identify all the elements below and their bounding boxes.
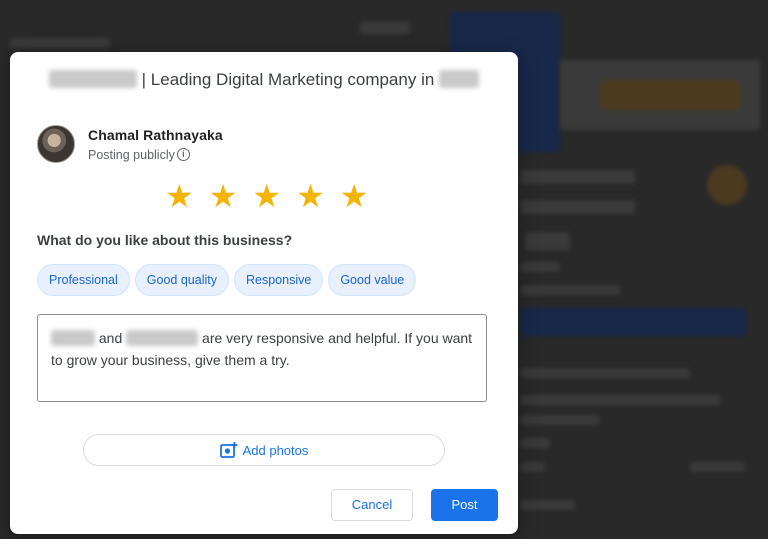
star-3-icon[interactable]: ★ [252, 179, 281, 213]
chip-good-quality[interactable]: Good quality [134, 264, 229, 296]
review-connector: and [98, 330, 123, 346]
attribute-chips: Professional Good quality Responsive Goo… [37, 264, 417, 296]
star-rating: ★ ★ ★ ★ ★ [165, 179, 368, 213]
posting-status: Posting publicly i [88, 148, 223, 162]
review-text-line2: to grow your business, give them a try. [51, 352, 290, 368]
redacted-name-2 [126, 329, 199, 346]
chip-professional[interactable]: Professional [37, 264, 130, 296]
star-2-icon[interactable]: ★ [209, 179, 238, 213]
review-dialog: | Leading Digital Marketing company in C… [10, 52, 518, 534]
add-photos-button[interactable]: Add photos [83, 434, 445, 466]
redacted-name-1 [51, 329, 95, 346]
avatar [37, 125, 75, 163]
chip-responsive[interactable]: Responsive [233, 264, 324, 296]
add-photo-icon [219, 442, 238, 458]
review-text-line1: are very responsive and helpful. If you … [202, 330, 473, 346]
info-icon[interactable]: i [176, 148, 190, 161]
reviewer-info: Chamal Rathnayaka Posting publicly i [37, 125, 223, 163]
redacted-business-name [48, 70, 137, 89]
posting-status-text: Posting publicly [88, 147, 175, 162]
redacted-country [439, 70, 480, 89]
add-photos-label: Add photos [242, 442, 309, 458]
star-1-icon[interactable]: ★ [165, 179, 194, 213]
post-button[interactable]: Post [431, 489, 498, 521]
dialog-title-text: | Leading Digital Marketing company in [141, 70, 435, 89]
review-textarea[interactable]: and are very responsive and helpful. If … [37, 314, 487, 402]
cancel-button[interactable]: Cancel [331, 489, 413, 521]
star-4-icon[interactable]: ★ [296, 179, 325, 213]
reviewer-name: Chamal Rathnayaka [88, 126, 223, 143]
chip-good-value[interactable]: Good value [328, 264, 417, 296]
question-heading: What do you like about this business? [37, 232, 293, 248]
star-5-icon[interactable]: ★ [340, 179, 369, 213]
dialog-title: | Leading Digital Marketing company in [10, 70, 518, 90]
